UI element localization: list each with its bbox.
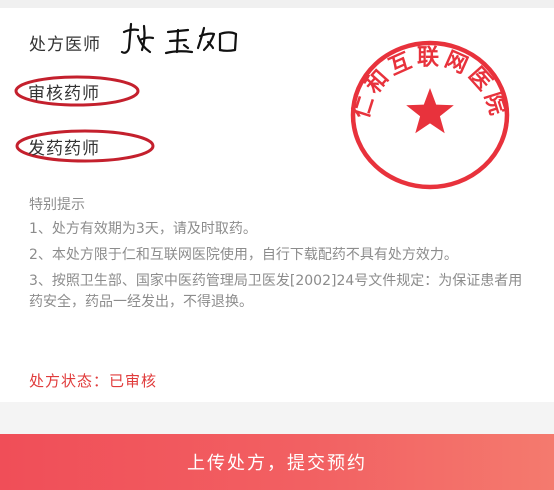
- notice-item-3: 3、按照卫生部、国家中医药管理局卫医发[2002]24号文件规定：为保证患者用药…: [29, 273, 523, 310]
- prescription-status: 处方状态：已审核: [29, 372, 158, 390]
- prescriber-label: 处方医师: [29, 35, 101, 55]
- reviewer-row: 审核药师: [13, 74, 141, 108]
- dispenser-label: 发药药师: [28, 139, 100, 159]
- notice-title: 特别提示: [29, 197, 85, 213]
- prescription-card: 处方医师 审核药师 发药药师 仁和互联网医院 特别提示 1、处方有效期为3天，请…: [0, 8, 554, 402]
- reviewer-label: 审核药师: [28, 84, 100, 104]
- submit-button[interactable]: 上传处方，提交预约: [0, 434, 554, 490]
- hospital-seal: 仁和互联网医院: [348, 40, 510, 190]
- notice-section: 特别提示 1、处方有效期为3天，请及时取药。 2、本处方限于仁和互联网医院使用，…: [29, 195, 529, 318]
- doctor-signature: [120, 22, 238, 55]
- notice-item-1: 1、处方有效期为3天，请及时取药。: [29, 221, 257, 237]
- submit-button-label: 上传处方，提交预约: [187, 453, 367, 474]
- dispenser-row: 发药药师: [13, 129, 155, 163]
- top-strip: [0, 0, 554, 8]
- star-icon: [406, 88, 454, 134]
- prescriber-row: 处方医师: [29, 30, 101, 55]
- notice-item-2: 2、本处方限于仁和互联网医院使用，自行下载配药不具有处方效力。: [29, 247, 458, 263]
